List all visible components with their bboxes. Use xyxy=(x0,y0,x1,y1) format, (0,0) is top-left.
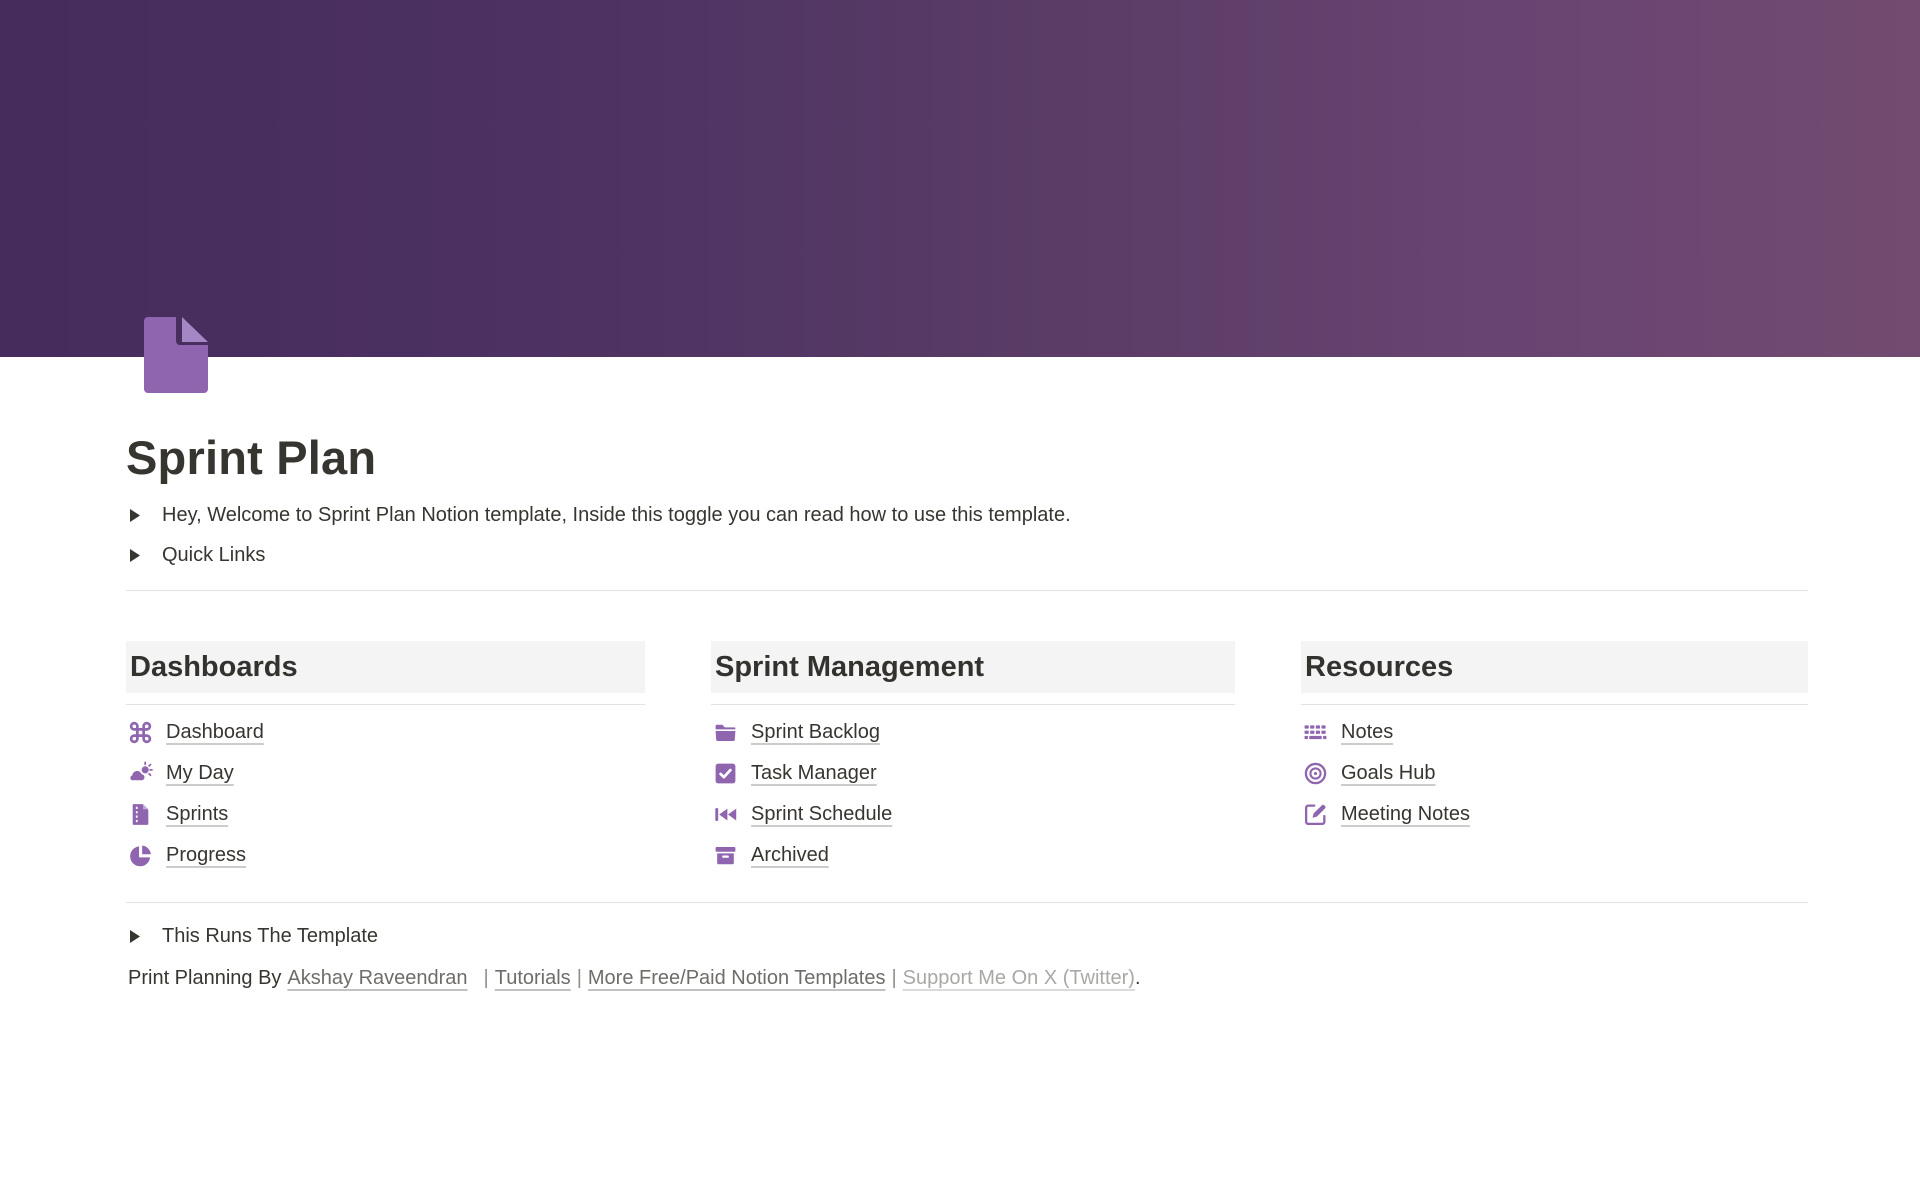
keyboard-icon xyxy=(1303,720,1328,745)
folder-icon xyxy=(713,720,738,745)
credits-suffix: . xyxy=(1135,967,1141,990)
toggle-triangle-icon[interactable] xyxy=(128,548,141,563)
checkbox-icon xyxy=(713,761,738,786)
toggle-triangle-icon[interactable] xyxy=(128,929,141,944)
sun-cloud-icon xyxy=(128,761,153,786)
column-sprint-management: Sprint Management Sprint Backlog xyxy=(711,641,1235,876)
link-list: Sprint Backlog Task Manager xyxy=(711,712,1235,876)
link-item-sprints[interactable]: Sprints xyxy=(126,794,645,835)
link-label: Goals Hub xyxy=(1341,762,1436,785)
edit-icon xyxy=(1303,802,1328,827)
column-header: Resources xyxy=(1301,641,1808,693)
toggle-runs-template[interactable]: This Runs The Template xyxy=(126,917,1808,957)
toggle-triangle-icon[interactable] xyxy=(128,508,141,523)
toggle-quick-links-label: Quick Links xyxy=(162,544,265,567)
link-item-archived[interactable]: Archived xyxy=(711,835,1235,876)
link-label: Task Manager xyxy=(751,762,877,785)
separator: | xyxy=(577,967,582,990)
link-item-task-manager[interactable]: Task Manager xyxy=(711,753,1235,794)
link-tutorials[interactable]: Tutorials xyxy=(495,967,571,990)
archive-icon xyxy=(713,843,738,868)
divider xyxy=(126,704,645,705)
link-item-sprint-schedule[interactable]: Sprint Schedule xyxy=(711,794,1235,835)
toggle-quick-links[interactable]: Quick Links xyxy=(126,536,1808,576)
page-title[interactable]: Sprint Plan xyxy=(126,357,1808,488)
link-list: Notes Goals Hub xyxy=(1301,712,1808,835)
link-label: Dashboard xyxy=(166,721,264,744)
page-content: Sprint Plan Hey, Welcome to Sprint Plan … xyxy=(126,357,1808,999)
link-item-dashboard[interactable]: Dashboard xyxy=(126,712,645,753)
link-label: My Day xyxy=(166,762,234,785)
link-item-sprint-backlog[interactable]: Sprint Backlog xyxy=(711,712,1235,753)
credits-prefix: Print Planning By xyxy=(128,967,281,990)
separator: | xyxy=(891,967,896,990)
column-header: Dashboards xyxy=(126,641,645,693)
divider xyxy=(126,902,1808,903)
toggle-welcome[interactable]: Hey, Welcome to Sprint Plan Notion templ… xyxy=(126,496,1808,536)
command-icon xyxy=(128,720,153,745)
page-cover xyxy=(0,0,1920,357)
link-item-goals-hub[interactable]: Goals Hub xyxy=(1301,753,1808,794)
pie-chart-icon xyxy=(128,843,153,868)
link-support-twitter[interactable]: Support Me On X (Twitter) xyxy=(903,967,1135,990)
divider xyxy=(1301,704,1808,705)
link-more-templates[interactable]: More Free/Paid Notion Templates xyxy=(588,967,886,990)
link-author[interactable]: Akshay Raveendran xyxy=(287,967,467,990)
column-layout: Dashboards Dashboard xyxy=(126,641,1808,876)
link-item-meeting-notes[interactable]: Meeting Notes xyxy=(1301,794,1808,835)
divider xyxy=(711,704,1235,705)
link-list: Dashboard xyxy=(126,712,645,876)
link-item-my-day[interactable]: My Day xyxy=(126,753,645,794)
toggle-welcome-label: Hey, Welcome to Sprint Plan Notion templ… xyxy=(162,504,1071,527)
credits-line: Print Planning By Akshay Raveendran | Tu… xyxy=(126,959,1808,999)
column-resources: Resources xyxy=(1301,641,1808,876)
link-label: Notes xyxy=(1341,721,1393,744)
link-label: Sprint Schedule xyxy=(751,803,892,826)
link-label: Sprint Backlog xyxy=(751,721,880,744)
link-label: Sprints xyxy=(166,803,228,826)
column-dashboards: Dashboards Dashboard xyxy=(126,641,645,876)
column-header: Sprint Management xyxy=(711,641,1235,693)
link-item-notes[interactable]: Notes xyxy=(1301,712,1808,753)
link-label: Progress xyxy=(166,844,246,867)
separator: | xyxy=(484,967,489,990)
link-label: Archived xyxy=(751,844,829,867)
rewind-icon xyxy=(713,802,738,827)
divider xyxy=(126,590,1808,591)
toggle-runs-template-label: This Runs The Template xyxy=(162,925,378,948)
link-item-progress[interactable]: Progress xyxy=(126,835,645,876)
page-document-icon[interactable] xyxy=(144,317,208,393)
document-icon xyxy=(128,802,153,827)
link-label: Meeting Notes xyxy=(1341,803,1470,826)
target-icon xyxy=(1303,761,1328,786)
